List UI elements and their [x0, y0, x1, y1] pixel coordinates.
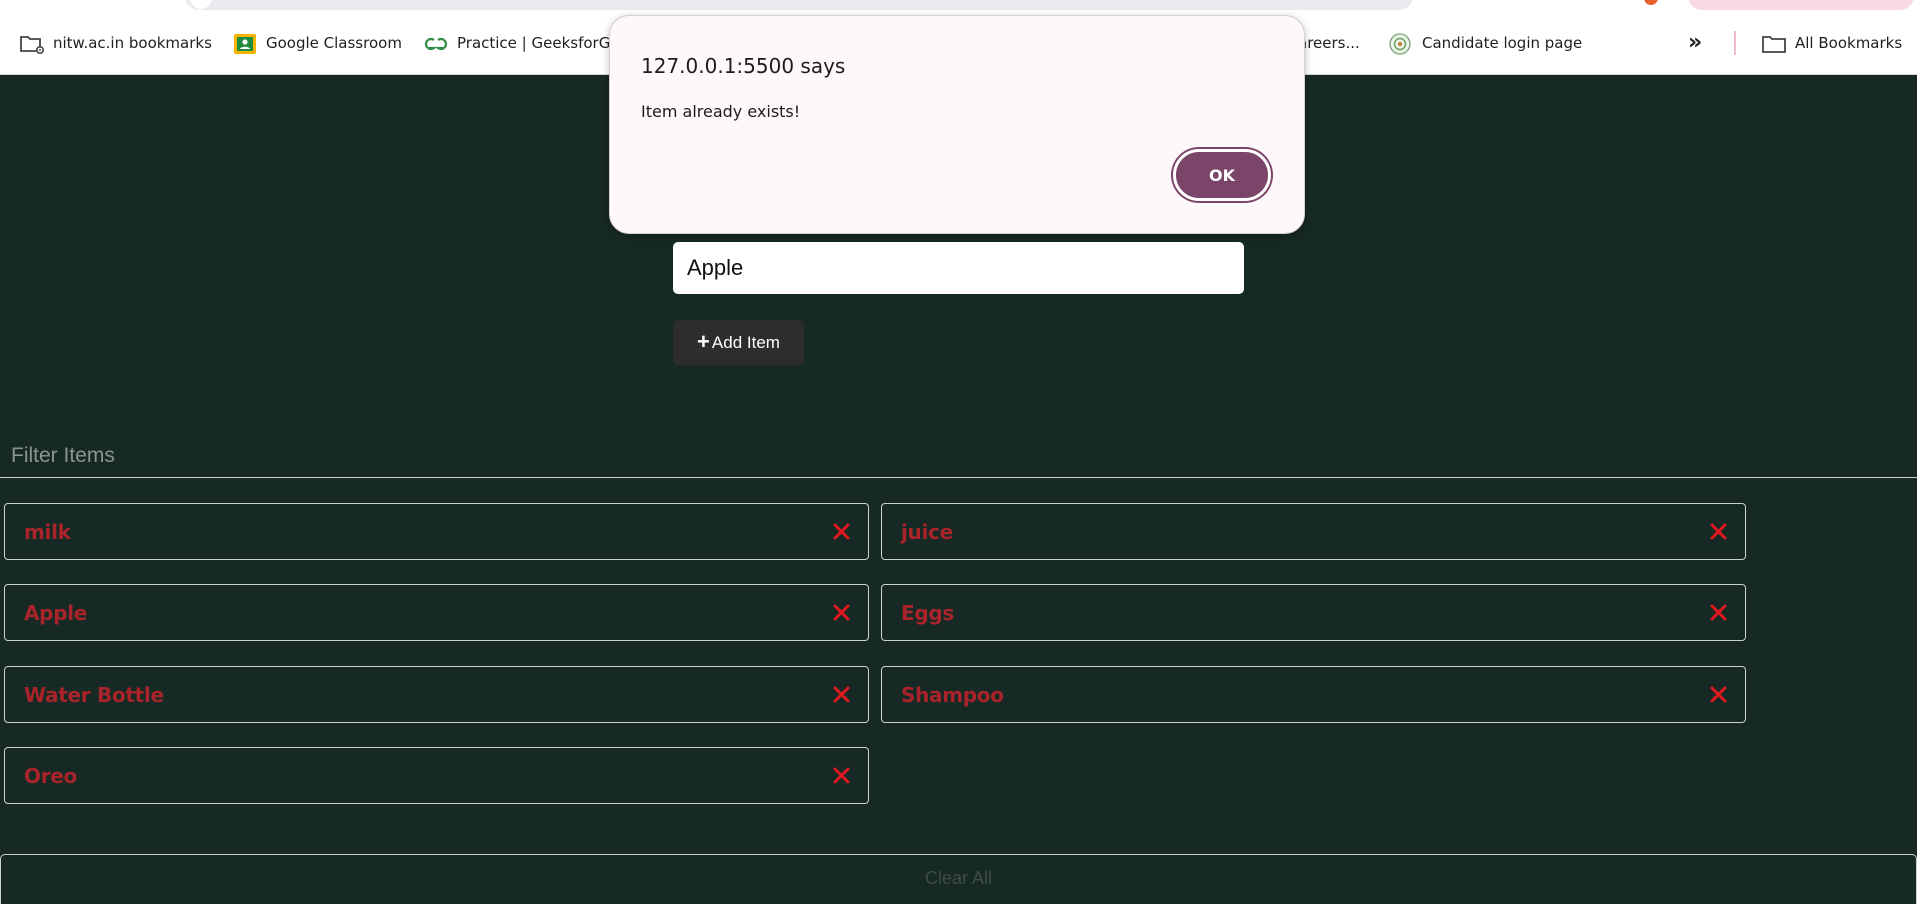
bookmark-candidate-login[interactable]: Candidate login page [1388, 30, 1582, 56]
list-item: juice [881, 503, 1746, 560]
item-input[interactable] [673, 242, 1244, 294]
folder-gear-icon [19, 32, 44, 55]
bookmark-label: Google Classroom [266, 34, 402, 52]
bookmarks-overflow-button[interactable]: » [1688, 30, 1702, 56]
bookmark-label: nitw.ac.in bookmarks [53, 34, 212, 52]
x-icon[interactable] [833, 767, 850, 784]
x-icon[interactable] [833, 604, 850, 621]
alert-title: 127.0.0.1:5500 says [641, 54, 846, 78]
bookmark-careers[interactable]: areers... [1298, 30, 1360, 56]
bookmark-geeksforgeeks[interactable]: Practice | GeeksforGee [423, 30, 629, 56]
list-item: Apple [4, 584, 869, 641]
bookmark-nitw[interactable]: nitw.ac.in bookmarks [19, 30, 212, 56]
ok-button[interactable]: OK [1173, 149, 1271, 201]
address-bar[interactable] [185, 0, 1413, 10]
add-item-label: Add Item [711, 332, 780, 352]
plus-icon: + [697, 328, 710, 354]
item-label: Eggs [901, 600, 954, 625]
bookmark-google-classroom[interactable]: Google Classroom [232, 30, 402, 56]
list-item: milk [4, 503, 869, 560]
item-label: Oreo [24, 763, 77, 788]
alert-message: Item already exists! [641, 102, 801, 121]
x-icon[interactable] [833, 686, 850, 703]
all-bookmarks-button[interactable]: All Bookmarks [1761, 30, 1902, 56]
bookmarks-divider [1734, 31, 1736, 55]
notification-badge [1644, 0, 1658, 5]
all-bookmarks-label: All Bookmarks [1795, 34, 1903, 52]
item-label: juice [901, 519, 953, 544]
profile-button[interactable] [1688, 0, 1914, 10]
folder-icon [1761, 32, 1786, 54]
item-label: Apple [24, 600, 88, 625]
x-icon[interactable] [833, 523, 850, 540]
item-label: Shampoo [901, 682, 1004, 707]
bookmark-label: Practice | GeeksforGee [457, 34, 629, 52]
alert-dialog: 127.0.0.1:5500 says Item already exists!… [609, 15, 1305, 234]
item-label: Water Bottle [24, 682, 164, 707]
filter-input[interactable] [0, 434, 1917, 478]
bookmark-label: Candidate login page [1422, 34, 1583, 52]
list-item: Oreo [4, 747, 869, 804]
x-icon[interactable] [1710, 523, 1727, 540]
x-icon[interactable] [1710, 604, 1727, 621]
add-item-button[interactable]: + Add Item [673, 320, 804, 365]
clear-all-button[interactable]: Clear All [0, 854, 1917, 904]
geeksforgeeks-icon [423, 32, 448, 54]
google-classroom-icon [232, 32, 256, 54]
x-icon[interactable] [1710, 686, 1727, 703]
list-item: Eggs [881, 584, 1746, 641]
list-item: Water Bottle [4, 666, 869, 723]
list-item: Shampoo [881, 666, 1746, 723]
bookmark-label: areers... [1298, 34, 1360, 52]
site-emblem-icon [1388, 32, 1412, 55]
item-label: milk [24, 519, 71, 544]
